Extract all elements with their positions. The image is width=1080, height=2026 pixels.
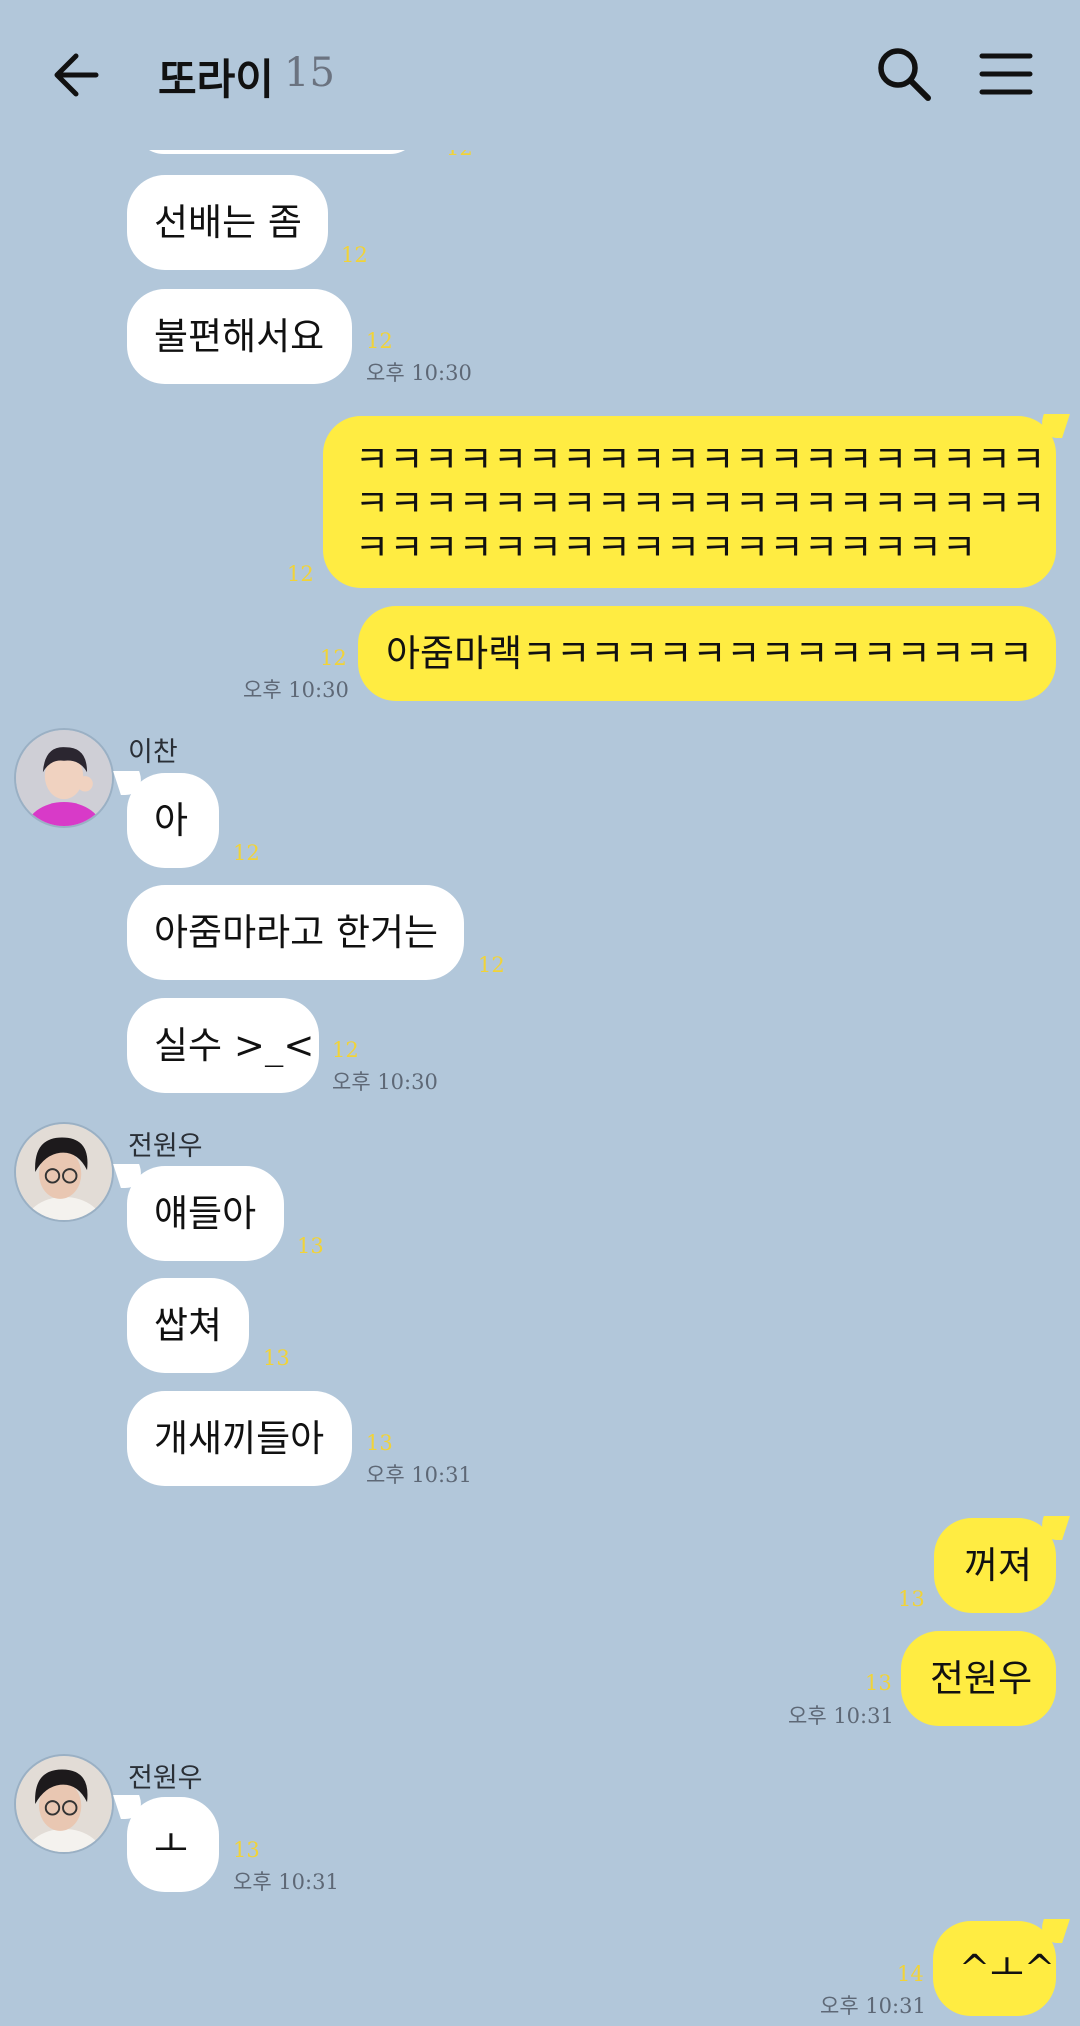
message-text: 아줌마랙ㅋㅋㅋㅋㅋㅋㅋㅋㅋㅋㅋㅋㅋㅋㅋ bbox=[386, 632, 1033, 675]
message-text: 불편해서요 bbox=[154, 315, 325, 358]
sender-name: 이찬 bbox=[128, 737, 178, 768]
unread-count: 12 bbox=[320, 646, 347, 670]
unread-count: 12 bbox=[341, 243, 368, 267]
message-text: 아줌마라고 한거는 bbox=[154, 911, 439, 954]
chat-title: 또라이 bbox=[158, 55, 274, 104]
message-bubble[interactable]: 개새끼들아 bbox=[127, 1391, 352, 1486]
message-bubble[interactable]: ㅋㅋㅋㅋㅋㅋㅋㅋㅋㅋㅋㅋㅋㅋㅋㅋㅋㅋㅋㅋ ㅋㅋㅋㅋㅋㅋㅋㅋㅋㅋㅋㅋㅋㅋㅋㅋㅋㅋㅋ… bbox=[323, 416, 1056, 588]
message-text: 얘들아 bbox=[154, 1192, 257, 1235]
avatar[interactable] bbox=[14, 1122, 114, 1222]
message-text-line: ㅋㅋㅋㅋㅋㅋㅋㅋㅋㅋㅋㅋㅋㅋㅋㅋㅋㅋㅋㅋ bbox=[355, 438, 1046, 481]
unread-count: 13 bbox=[865, 1671, 892, 1695]
search-icon bbox=[878, 48, 931, 101]
message-bubble[interactable]: 실수 >_< bbox=[127, 998, 319, 1093]
profile-photo-icon bbox=[16, 1756, 112, 1852]
message-time: 오후 10:31 bbox=[366, 1463, 472, 1487]
unread-count: 13 bbox=[898, 1587, 925, 1611]
sender-name: 전원우 bbox=[128, 1763, 203, 1794]
sender-name: 전원우 bbox=[128, 1131, 203, 1162]
message-text: 선배는 좀 bbox=[154, 201, 302, 244]
message-bubble[interactable]: ^ㅗ^ bbox=[933, 1921, 1056, 2016]
message-time: 오후 10:30 bbox=[243, 678, 349, 702]
message-text: 꺼져 bbox=[964, 1544, 1033, 1587]
message-bubble[interactable]: 아줌마라고 한거는 bbox=[127, 885, 464, 980]
profile-photo-icon bbox=[16, 1124, 112, 1220]
unread-count: 12 bbox=[287, 562, 314, 586]
message-text: 전원우 bbox=[930, 1657, 1033, 1700]
avatar[interactable] bbox=[14, 728, 114, 828]
hamburger-menu-icon bbox=[979, 53, 1033, 95]
unread-count: 12 bbox=[478, 953, 505, 977]
message-bubble[interactable]: 선배는 좀 bbox=[127, 175, 328, 270]
unread-count: 13 bbox=[233, 1838, 260, 1862]
chat-header: 또라이 15 bbox=[0, 0, 1080, 150]
message-text: 쌉쳐 bbox=[154, 1304, 223, 1347]
message-bubble[interactable]: ㅗ bbox=[127, 1797, 219, 1892]
avatar[interactable] bbox=[14, 1754, 114, 1854]
message-bubble[interactable]: 전원우 bbox=[901, 1631, 1056, 1726]
menu-button[interactable] bbox=[976, 44, 1036, 104]
message-text: 실수 >_< bbox=[154, 1024, 315, 1067]
message-time: 오후 10:31 bbox=[788, 1704, 894, 1728]
message-bubble[interactable]: 쌉쳐 bbox=[127, 1278, 249, 1373]
unread-count: 13 bbox=[263, 1346, 290, 1370]
message-text-line: ㅋㅋㅋㅋㅋㅋㅋㅋㅋㅋㅋㅋㅋㅋㅋㅋㅋㅋ bbox=[355, 526, 977, 569]
unread-count: 12 bbox=[233, 841, 260, 865]
message-time: 오후 10:30 bbox=[332, 1070, 438, 1094]
message-text: 개새끼들아 bbox=[154, 1417, 325, 1460]
message-bubble[interactable]: 꺼져 bbox=[934, 1518, 1056, 1613]
message-text: 아 bbox=[154, 799, 189, 842]
unread-count: 12 bbox=[332, 1038, 359, 1062]
message-bubble[interactable]: 아 bbox=[127, 773, 219, 868]
back-button[interactable] bbox=[44, 40, 114, 110]
unread-count: 14 bbox=[897, 1962, 924, 1986]
message-text: ^ㅗ^ bbox=[959, 1947, 1056, 1990]
message-text-line: ㅋㅋㅋㅋㅋㅋㅋㅋㅋㅋㅋㅋㅋㅋㅋㅋㅋㅋㅋㅋ bbox=[355, 482, 1046, 525]
unread-count: 12 bbox=[366, 329, 393, 353]
unread-count: 13 bbox=[366, 1431, 393, 1455]
message-text: ㅗ bbox=[154, 1823, 189, 1866]
message-time: 오후 10:30 bbox=[366, 361, 472, 385]
member-count: 15 bbox=[284, 50, 335, 96]
message-time: 오후 10:31 bbox=[820, 1994, 926, 2018]
message-time: 오후 10:31 bbox=[233, 1870, 339, 1894]
message-bubble[interactable]: 얘들아 bbox=[127, 1166, 284, 1261]
search-button[interactable] bbox=[870, 40, 940, 110]
message-bubble[interactable]: 아줌마랙ㅋㅋㅋㅋㅋㅋㅋㅋㅋㅋㅋㅋㅋㅋㅋ bbox=[358, 606, 1056, 701]
message-bubble[interactable]: 불편해서요 bbox=[127, 289, 352, 384]
unread-count: 13 bbox=[297, 1234, 324, 1258]
arrow-left-icon bbox=[54, 53, 99, 97]
profile-photo-icon bbox=[16, 730, 112, 826]
